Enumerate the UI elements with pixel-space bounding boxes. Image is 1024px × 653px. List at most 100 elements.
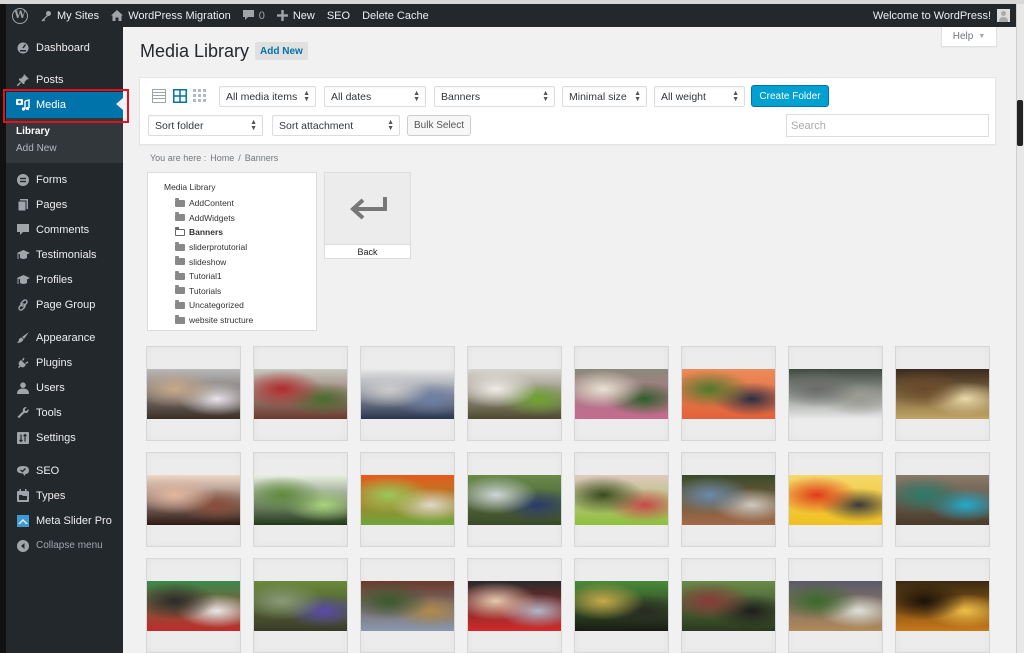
folder-icon	[175, 256, 185, 266]
collapse-menu-button[interactable]: Collapse menu	[6, 533, 123, 558]
breadcrumb-current[interactable]: Banners	[245, 153, 279, 163]
dashboard-icon	[15, 42, 31, 54]
folder-item[interactable]: sliderprotutorial	[175, 240, 253, 255]
sort-folder-select[interactable]: Sort folder ▲ ▼	[148, 115, 263, 136]
sidebar-item-appearance[interactable]: Appearance	[6, 325, 123, 350]
sidebar-item-types[interactable]: Types	[6, 483, 123, 508]
seo-label: SEO	[326, 9, 351, 22]
sidebar-item-dashboard[interactable]: Dashboard	[6, 36, 123, 60]
media-type-value: All media items	[226, 90, 298, 103]
adminbar-new[interactable]: New	[271, 4, 321, 27]
media-thumbnail[interactable]	[574, 346, 669, 441]
media-thumbnail[interactable]	[253, 558, 348, 653]
folder-item[interactable]: Tutorial1	[175, 269, 253, 284]
media-thumbnail[interactable]	[895, 452, 990, 547]
size-filter[interactable]: Minimal size ▲ ▼	[562, 86, 647, 107]
help-tab-button[interactable]: Help ▼	[941, 27, 997, 47]
sidebar-item-seo[interactable]: SEO	[6, 458, 123, 483]
sidebar-item-forms[interactable]: Forms	[6, 167, 123, 192]
wordpress-logo-menu[interactable]: W	[6, 4, 34, 27]
submenu-add-new[interactable]: Add New	[6, 140, 123, 157]
date-filter[interactable]: All dates ▲ ▼	[324, 86, 426, 107]
folder-item[interactable]: AddWidgets	[175, 211, 253, 226]
media-thumbnail[interactable]	[574, 452, 669, 547]
folder-list: AddContent AddWidgets Banners sliderprotuto…	[175, 196, 253, 327]
media-thumbnail[interactable]	[788, 346, 883, 441]
bulk-select-button[interactable]: Bulk Select	[407, 115, 471, 136]
admin-bar: W My Sites WordPress Migration 0 New SEO…	[6, 4, 1016, 27]
folder-item[interactable]: Tutorials	[175, 284, 253, 299]
folder-item[interactable]: Banners	[175, 225, 253, 240]
thumbnail-image-students-closeup	[147, 369, 240, 419]
sidebar-item-profiles[interactable]: Profiles	[6, 267, 123, 292]
sidebar-label: Settings	[36, 431, 76, 444]
media-thumbnail[interactable]	[467, 558, 562, 653]
media-thumbnail[interactable]	[681, 558, 776, 653]
sidebar-item-plugins[interactable]: Plugins	[6, 350, 123, 375]
folder-item[interactable]: Uncategorized	[175, 298, 253, 313]
sidebar-item-page-group[interactable]: Page Group	[6, 292, 123, 317]
media-thumbnail[interactable]	[253, 346, 348, 441]
media-thumbnail[interactable]	[360, 452, 455, 547]
small-grid-view-icon[interactable]	[193, 89, 207, 103]
adminbar-my-account[interactable]: Welcome to WordPress!	[867, 4, 1016, 27]
adminbar-seo[interactable]: SEO	[321, 4, 356, 27]
date-value: All dates	[331, 90, 372, 103]
list-view-icon[interactable]	[152, 89, 166, 103]
scrollbar-thumb[interactable]	[1017, 100, 1023, 146]
breadcrumb: You are here : Home / Banners	[150, 153, 278, 163]
sidebar-item-comments[interactable]: Comments	[6, 217, 123, 242]
sidebar-item-users[interactable]: Users	[6, 375, 123, 400]
folder-label: Tutorial1	[189, 271, 222, 282]
media-type-filter[interactable]: All media items ▲ ▼	[219, 86, 316, 107]
weight-filter[interactable]: All weight ▲ ▼	[654, 86, 745, 107]
folder-item[interactable]: website structure	[175, 313, 253, 328]
media-thumbnail[interactable]	[574, 558, 669, 653]
sidebar-item-pages[interactable]: Pages	[6, 192, 123, 217]
folder-item[interactable]: AddContent	[175, 196, 253, 211]
new-label: New	[292, 9, 315, 22]
thumbnail-image-walkway-flowers	[254, 369, 347, 419]
media-thumbnail[interactable]	[253, 452, 348, 547]
folder-filter[interactable]: Banners ▲ ▼	[434, 86, 555, 107]
sidebar-item-tools[interactable]: Tools	[6, 400, 123, 425]
sidebar-item-meta-slider-pro[interactable]: Meta Slider Pro	[6, 508, 123, 533]
media-thumbnail[interactable]	[895, 346, 990, 441]
sort-folder-value: Sort folder	[155, 119, 204, 132]
media-thumbnail[interactable]	[360, 558, 455, 653]
adminbar-comments[interactable]: 0	[237, 4, 271, 27]
media-thumbnail[interactable]	[681, 452, 776, 547]
sidebar-label: Appearance	[36, 331, 96, 344]
submenu-library[interactable]: Library	[6, 123, 123, 140]
sidebar-item-media[interactable]: Media	[6, 92, 123, 118]
folder-item[interactable]: slideshow	[175, 254, 253, 269]
pages-icon	[15, 198, 31, 211]
adminbar-my-sites[interactable]: My Sites	[34, 4, 105, 27]
back-button-tile[interactable]: Back	[324, 172, 411, 259]
media-thumbnail[interactable]	[681, 346, 776, 441]
adminbar-site-name[interactable]: WordPress Migration	[105, 4, 237, 27]
media-thumbnail[interactable]	[788, 452, 883, 547]
select-arrows-icon: ▲ ▼	[413, 90, 420, 103]
sidebar-label: Plugins	[36, 356, 73, 369]
grid-view-icon[interactable]	[173, 89, 187, 103]
sort-attachment-select[interactable]: Sort attachment ▲ ▼	[272, 115, 400, 136]
sidebar-item-posts[interactable]: Posts	[6, 68, 123, 92]
add-new-button[interactable]: Add New	[255, 42, 308, 60]
folder-tree-root[interactable]: Media Library	[164, 182, 216, 192]
media-thumbnail[interactable]	[467, 452, 562, 547]
media-thumbnail[interactable]	[788, 558, 883, 653]
media-thumbnail[interactable]	[146, 346, 241, 441]
media-thumbnail[interactable]	[360, 346, 455, 441]
media-thumbnail[interactable]	[467, 346, 562, 441]
media-thumbnail[interactable]	[146, 558, 241, 653]
search-input[interactable]	[786, 114, 989, 137]
folder-label: AddContent	[189, 198, 234, 209]
sidebar-item-testimonials[interactable]: Testimonials	[6, 242, 123, 267]
adminbar-delete-cache[interactable]: Delete Cache	[356, 4, 435, 27]
create-folder-button[interactable]: Create Folder	[751, 85, 829, 107]
media-thumbnail[interactable]	[146, 452, 241, 547]
media-thumbnail[interactable]	[895, 558, 990, 653]
breadcrumb-home[interactable]: Home	[210, 153, 234, 163]
sidebar-item-settings[interactable]: Settings	[6, 425, 123, 450]
